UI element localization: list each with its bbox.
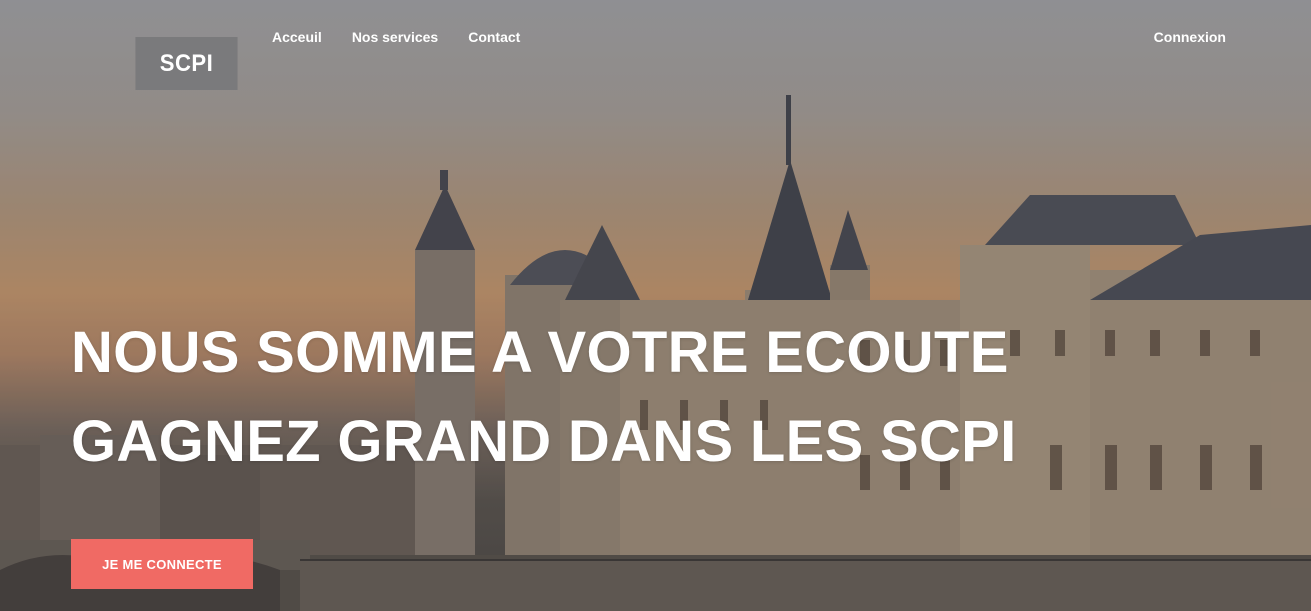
background-overlay [0,0,1311,611]
hero-headline-line-2: GAGNEZ GRAND DANS LES SCPI [71,409,1017,474]
hero-headline-line-1: NOUS SOMME A VOTRE ECOUTE [71,320,1009,385]
nav-link-acceuil[interactable]: Acceuil [272,29,322,45]
hero-headline: NOUS SOMME A VOTRE ECOUTE GAGNEZ GRAND D… [71,308,1017,486]
top-navbar: SCPI Acceuil Nos services Contact Connex… [0,0,1311,90]
brand-logo[interactable]: SCPI [135,37,238,90]
login-link[interactable]: Connexion [1154,29,1226,45]
nav-link-contact[interactable]: Contact [468,29,520,45]
hero-section: SCPI Acceuil Nos services Contact Connex… [0,0,1311,611]
connect-button[interactable]: JE ME CONNECTE [71,539,253,589]
nav-links: Acceuil Nos services Contact [272,29,520,45]
nav-link-services[interactable]: Nos services [352,29,438,45]
